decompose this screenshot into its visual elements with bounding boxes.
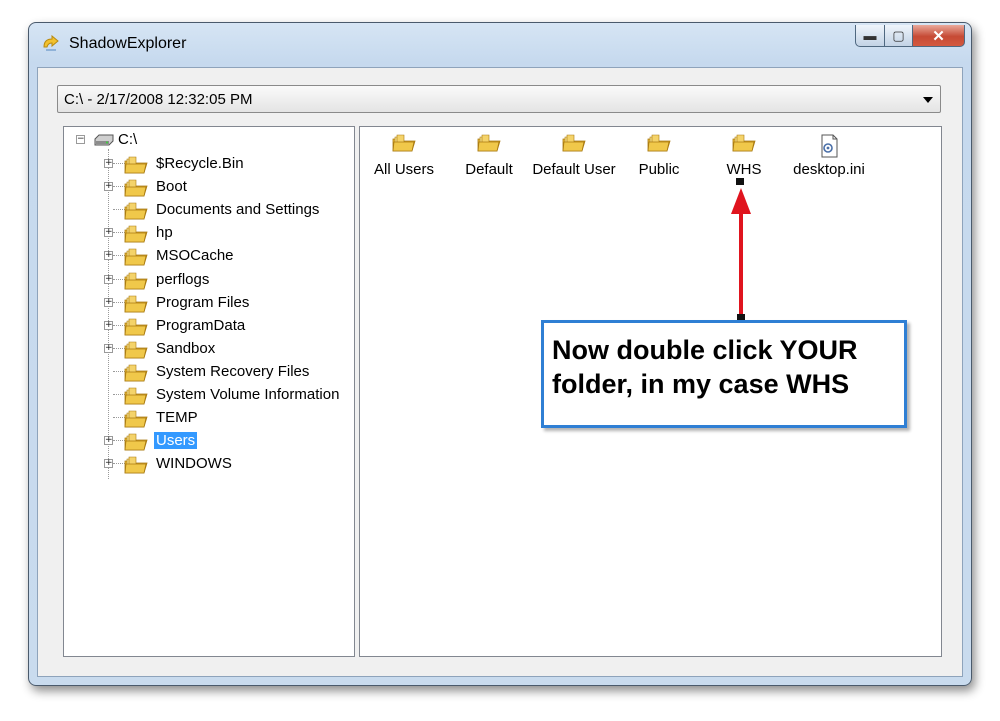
maximize-icon: ▢	[892, 27, 905, 43]
folder-icon	[124, 247, 148, 267]
tree-item-label: TEMP	[156, 409, 198, 427]
folder-icon	[124, 317, 148, 337]
folder-icon	[124, 178, 148, 198]
folder-icon	[391, 133, 417, 159]
minimize-button[interactable]: ▬	[855, 25, 885, 47]
tree-item[interactable]: TEMP	[104, 407, 354, 429]
tree-item-label: System Recovery Files	[156, 362, 310, 380]
folder-icon	[561, 133, 587, 159]
folder-icon	[124, 271, 148, 291]
folder-icon	[124, 294, 148, 314]
tree-item[interactable]: + Users	[104, 430, 354, 452]
maximize-button[interactable]: ▢	[885, 25, 913, 47]
list-item[interactable]: All Users	[362, 133, 446, 179]
tree-item-label: hp	[156, 224, 173, 242]
tree-item-label: WINDOWS	[156, 455, 232, 473]
tree-item-label: perflogs	[156, 270, 210, 288]
tree-item-label: Program Files	[156, 293, 250, 311]
tree-item-label: $Recycle.Bin	[156, 155, 244, 172]
folder-icon	[124, 340, 148, 360]
tree-root-label: C:\	[118, 131, 138, 148]
tree-expand-toggle[interactable]: +	[104, 343, 113, 353]
list-item-label: Default	[465, 161, 513, 178]
tree-item[interactable]: System Volume Information	[104, 384, 354, 406]
tree-item[interactable]: Documents and Settings	[104, 199, 354, 221]
tree-item-label: Users	[154, 432, 198, 450]
tree-item[interactable]: + $Recycle.Bin	[104, 153, 354, 175]
folder-icon	[476, 133, 502, 159]
list-item[interactable]: Default User	[532, 133, 616, 179]
folder-icon	[124, 155, 148, 175]
tree-item[interactable]: + hp	[104, 222, 354, 244]
folder-icon	[124, 432, 148, 452]
tree-expand-toggle[interactable]: +	[104, 251, 113, 261]
list-item[interactable]: WHS	[702, 133, 786, 179]
close-icon: ✕	[932, 27, 945, 45]
list-item-label: desktop.ini	[793, 161, 865, 178]
tree-item-label: Documents and Settings	[156, 201, 320, 219]
tree-item[interactable]: + WINDOWS	[104, 453, 354, 475]
window-controls: ▬ ▢ ✕	[855, 25, 965, 47]
list-item-label: All Users	[373, 161, 434, 178]
snapshot-dropdown-value: C:\ - 2/17/2008 12:32:05 PM	[64, 91, 253, 108]
tree-expand-toggle[interactable]: +	[104, 228, 113, 238]
tree-item[interactable]: + MSOCache	[104, 245, 354, 267]
tree-item-label: Sandbox	[156, 339, 216, 357]
tree-expand-toggle[interactable]: +	[104, 459, 113, 469]
folder-icon	[646, 133, 672, 159]
tree-expand-toggle[interactable]: +	[104, 297, 113, 307]
tree-expand-toggle[interactable]: +	[104, 274, 113, 284]
close-button[interactable]: ✕	[913, 25, 965, 47]
tree-item[interactable]: + Sandbox	[104, 338, 354, 360]
tree-expand-toggle[interactable]: +	[104, 436, 113, 446]
dropdown-arrow-icon[interactable]	[923, 97, 933, 103]
tree-item[interactable]: + perflogs	[104, 269, 354, 291]
tree-expand-toggle[interactable]: +	[104, 182, 113, 192]
folder-icon	[124, 224, 148, 244]
tree-item[interactable]: + Boot	[104, 176, 354, 198]
shadow-explorer-app-icon	[43, 35, 59, 51]
list-item-label: Public	[638, 161, 680, 178]
folder-icon	[731, 133, 757, 159]
list-item-label: Default User	[532, 161, 616, 178]
callout-text: Now double click YOUR folder, in my case…	[552, 335, 858, 399]
tree-collapse-toggle[interactable]: −	[76, 135, 85, 144]
minimize-icon: ▬	[863, 28, 877, 43]
tree-item-label: Boot	[156, 178, 187, 196]
tree-expand-toggle[interactable]: +	[104, 320, 113, 330]
drive-icon	[94, 134, 114, 146]
tree-item-label: ProgramData	[156, 316, 246, 334]
snapshot-dropdown[interactable]: C:\ - 2/17/2008 12:32:05 PM	[57, 85, 941, 113]
folder-icon	[124, 363, 148, 383]
tree-item[interactable]: + ProgramData	[104, 315, 354, 337]
settings-file-icon	[816, 133, 842, 159]
folder-icon	[124, 386, 148, 406]
tree-item[interactable]: System Recovery Files	[104, 361, 354, 383]
list-item[interactable]: Default	[447, 133, 531, 179]
tree-item-label: MSOCache	[156, 247, 234, 265]
title-bar[interactable]: ShadowExplorer ▬ ▢ ✕	[29, 23, 971, 67]
list-item[interactable]: desktop.ini	[787, 133, 871, 179]
tree-item-label: System Volume Information	[156, 386, 340, 403]
list-item-label: WHS	[726, 161, 762, 178]
tree-item[interactable]: + Program Files	[104, 292, 354, 314]
tree-expand-toggle[interactable]: +	[104, 159, 113, 168]
folder-icon	[124, 455, 148, 475]
folder-icon	[124, 201, 148, 221]
folder-icon	[124, 409, 148, 429]
folder-tree[interactable]: − C:\ + $Recycle.Bin + Boot Documents and Se…	[63, 126, 355, 657]
window-title: ShadowExplorer	[69, 35, 187, 52]
list-item[interactable]: Public	[617, 133, 701, 179]
instruction-callout: Now double click YOUR folder, in my case…	[541, 320, 907, 428]
